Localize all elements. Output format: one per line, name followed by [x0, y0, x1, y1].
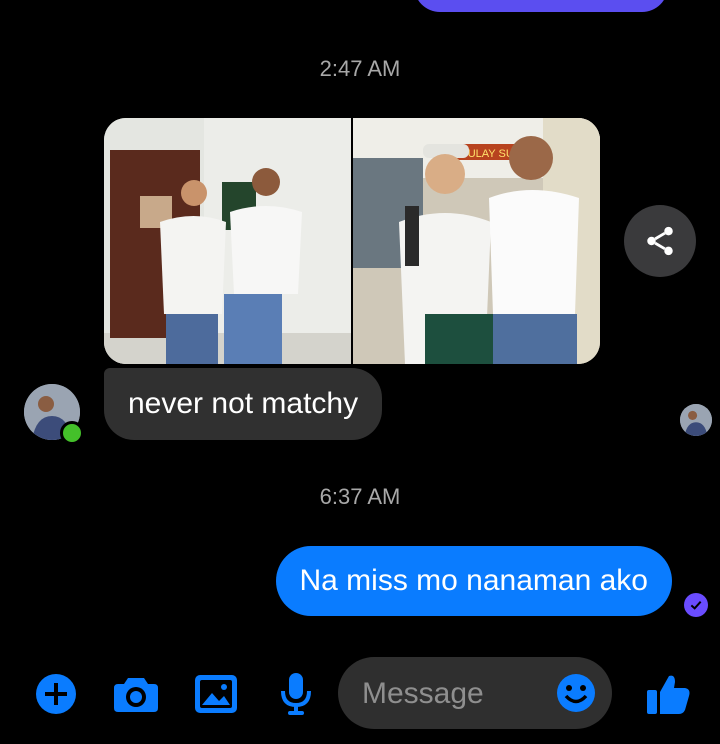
camera-button[interactable]	[114, 672, 158, 716]
outgoing-message-bubble[interactable]: Na miss mo nanaman ako	[275, 546, 672, 616]
timestamp: 2:47 AM	[319, 56, 401, 81]
message-field[interactable]	[338, 657, 612, 729]
photo-image: TULAY SUS	[353, 118, 600, 364]
gallery-icon	[195, 675, 237, 713]
incoming-message-bubble[interactable]: never not matchy	[104, 368, 383, 440]
add-icon	[36, 674, 76, 714]
previous-message-bubble[interactable]	[414, 0, 668, 12]
online-status-dot	[60, 421, 84, 445]
photo-image	[104, 118, 351, 364]
delivered-check-icon	[684, 593, 708, 617]
add-button[interactable]	[34, 672, 78, 716]
mic-icon	[281, 673, 311, 715]
avatar-image	[680, 404, 712, 436]
like-button[interactable]	[646, 672, 692, 716]
seen-by-avatar	[680, 404, 712, 436]
emoji-icon[interactable]	[556, 673, 596, 713]
share-icon	[647, 226, 673, 256]
camera-icon	[114, 678, 158, 712]
voice-button[interactable]	[274, 672, 318, 716]
gallery-button[interactable]	[194, 672, 238, 716]
share-button[interactable]	[624, 205, 696, 277]
thumbs-up-icon	[647, 675, 690, 714]
shared-photo[interactable]: TULAY SUS	[353, 118, 600, 364]
message-input[interactable]	[360, 671, 544, 717]
timestamp: 6:37 AM	[319, 484, 401, 509]
shared-photo[interactable]	[104, 118, 351, 364]
